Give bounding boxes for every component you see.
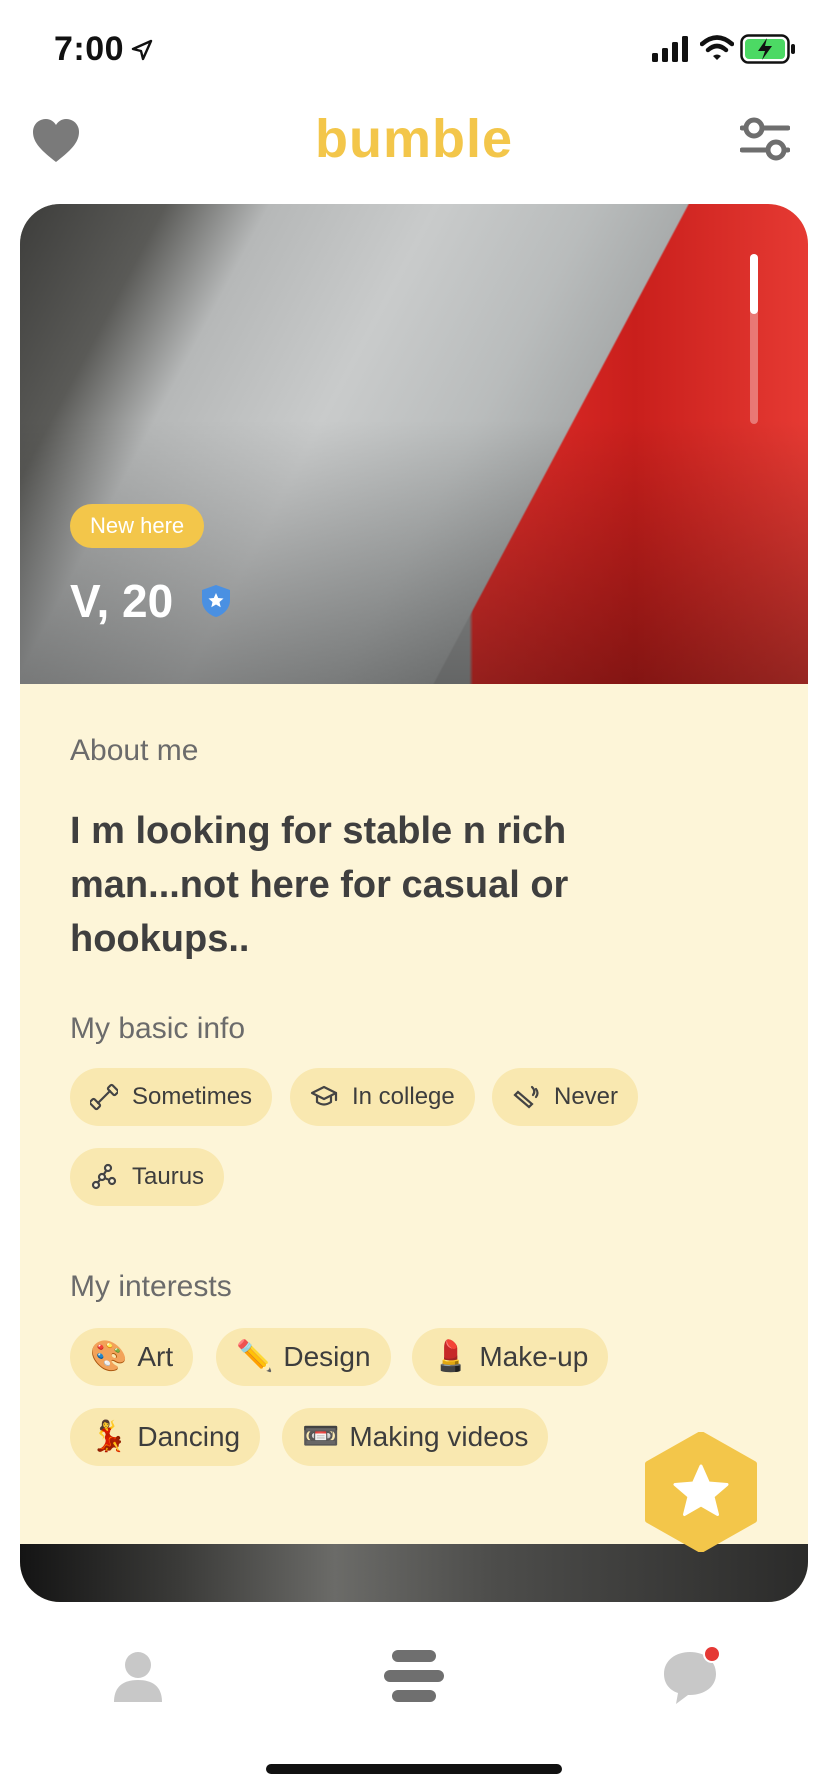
top-header: bumble: [0, 100, 828, 200]
next-profile-photo[interactable]: [20, 1544, 808, 1602]
basic-info-label-text: Sometimes: [132, 1083, 253, 1110]
cellular-signal-icon: [652, 36, 688, 62]
superswipe-star-button[interactable]: [644, 1432, 758, 1552]
interest-label-text: Making videos: [349, 1421, 529, 1452]
dumbbell-icon: [90, 1083, 118, 1111]
notification-dot-icon: [703, 1645, 721, 1663]
basic-info-chip-zodiac: Taurus: [70, 1148, 225, 1206]
profile-photo[interactable]: New here V, 20: [20, 204, 808, 684]
discover-stack-tab-icon[interactable]: [384, 1650, 444, 1702]
verified-shield-icon[interactable]: [200, 584, 232, 618]
bottom-navigation: [0, 1620, 828, 1740]
battery-charging-icon: [740, 34, 795, 64]
status-time: 7:00: [54, 30, 125, 68]
interest-label-text: Design: [283, 1341, 371, 1372]
home-indicator[interactable]: [266, 1764, 562, 1774]
graduation-cap-icon: [310, 1085, 338, 1106]
interest-label-text: Dancing: [137, 1421, 241, 1452]
basic-info-chip-smoking: Never: [492, 1068, 639, 1126]
profile-name-age: V, 20: [70, 575, 174, 627]
basic-info-label-text: Never: [554, 1083, 619, 1110]
basic-info-chip-exercise: Sometimes: [70, 1068, 273, 1126]
interest-label-text: Art: [137, 1341, 174, 1372]
pencil-icon: ✏️: [236, 1340, 274, 1373]
filter-sliders-icon[interactable]: [740, 114, 790, 164]
status-bar: 7:00: [0, 0, 828, 100]
about-me-text: I m looking for stable n rich man...not …: [70, 810, 569, 960]
basic-info-label: My basic info: [70, 1012, 246, 1045]
interest-chip-makeup: 💄 Make-up: [412, 1328, 609, 1386]
interest-chip-making-videos: 📼 Making videos: [282, 1408, 549, 1466]
profile-tab-icon[interactable]: [112, 1650, 164, 1704]
about-me-label: About me: [70, 734, 199, 767]
photo-scroll-thumb: [750, 254, 758, 314]
basic-info-label-text: In college: [352, 1083, 455, 1110]
profile-card[interactable]: New here V, 20 About me I m looking for …: [20, 204, 808, 1602]
dancer-icon: 💃: [90, 1420, 128, 1453]
location-arrow-icon: [131, 39, 153, 61]
chat-bubble-tab-icon[interactable]: [660, 1644, 722, 1706]
interest-chip-design: ✏️ Design: [216, 1328, 391, 1386]
interest-label-text: Make-up: [479, 1341, 589, 1372]
basic-info-chip-education: In college: [290, 1068, 475, 1126]
smoking-icon: [513, 1085, 539, 1109]
profile-info-section: About me I m looking for stable n rich m…: [20, 684, 808, 1544]
basic-info-label-text: Taurus: [132, 1163, 205, 1190]
new-here-badge: New here: [70, 504, 205, 548]
interest-chip-art: 🎨 Art: [70, 1328, 194, 1386]
interests-label: My interests: [70, 1270, 232, 1303]
lipstick-icon: 💄: [432, 1340, 470, 1373]
videocassette-icon: 📼: [302, 1420, 340, 1453]
constellation-icon: [91, 1163, 117, 1190]
palette-icon: 🎨: [90, 1340, 128, 1373]
wifi-icon: [700, 35, 734, 60]
app-title: bumble: [314, 109, 513, 169]
interest-chip-dancing: 💃 Dancing: [70, 1408, 261, 1466]
